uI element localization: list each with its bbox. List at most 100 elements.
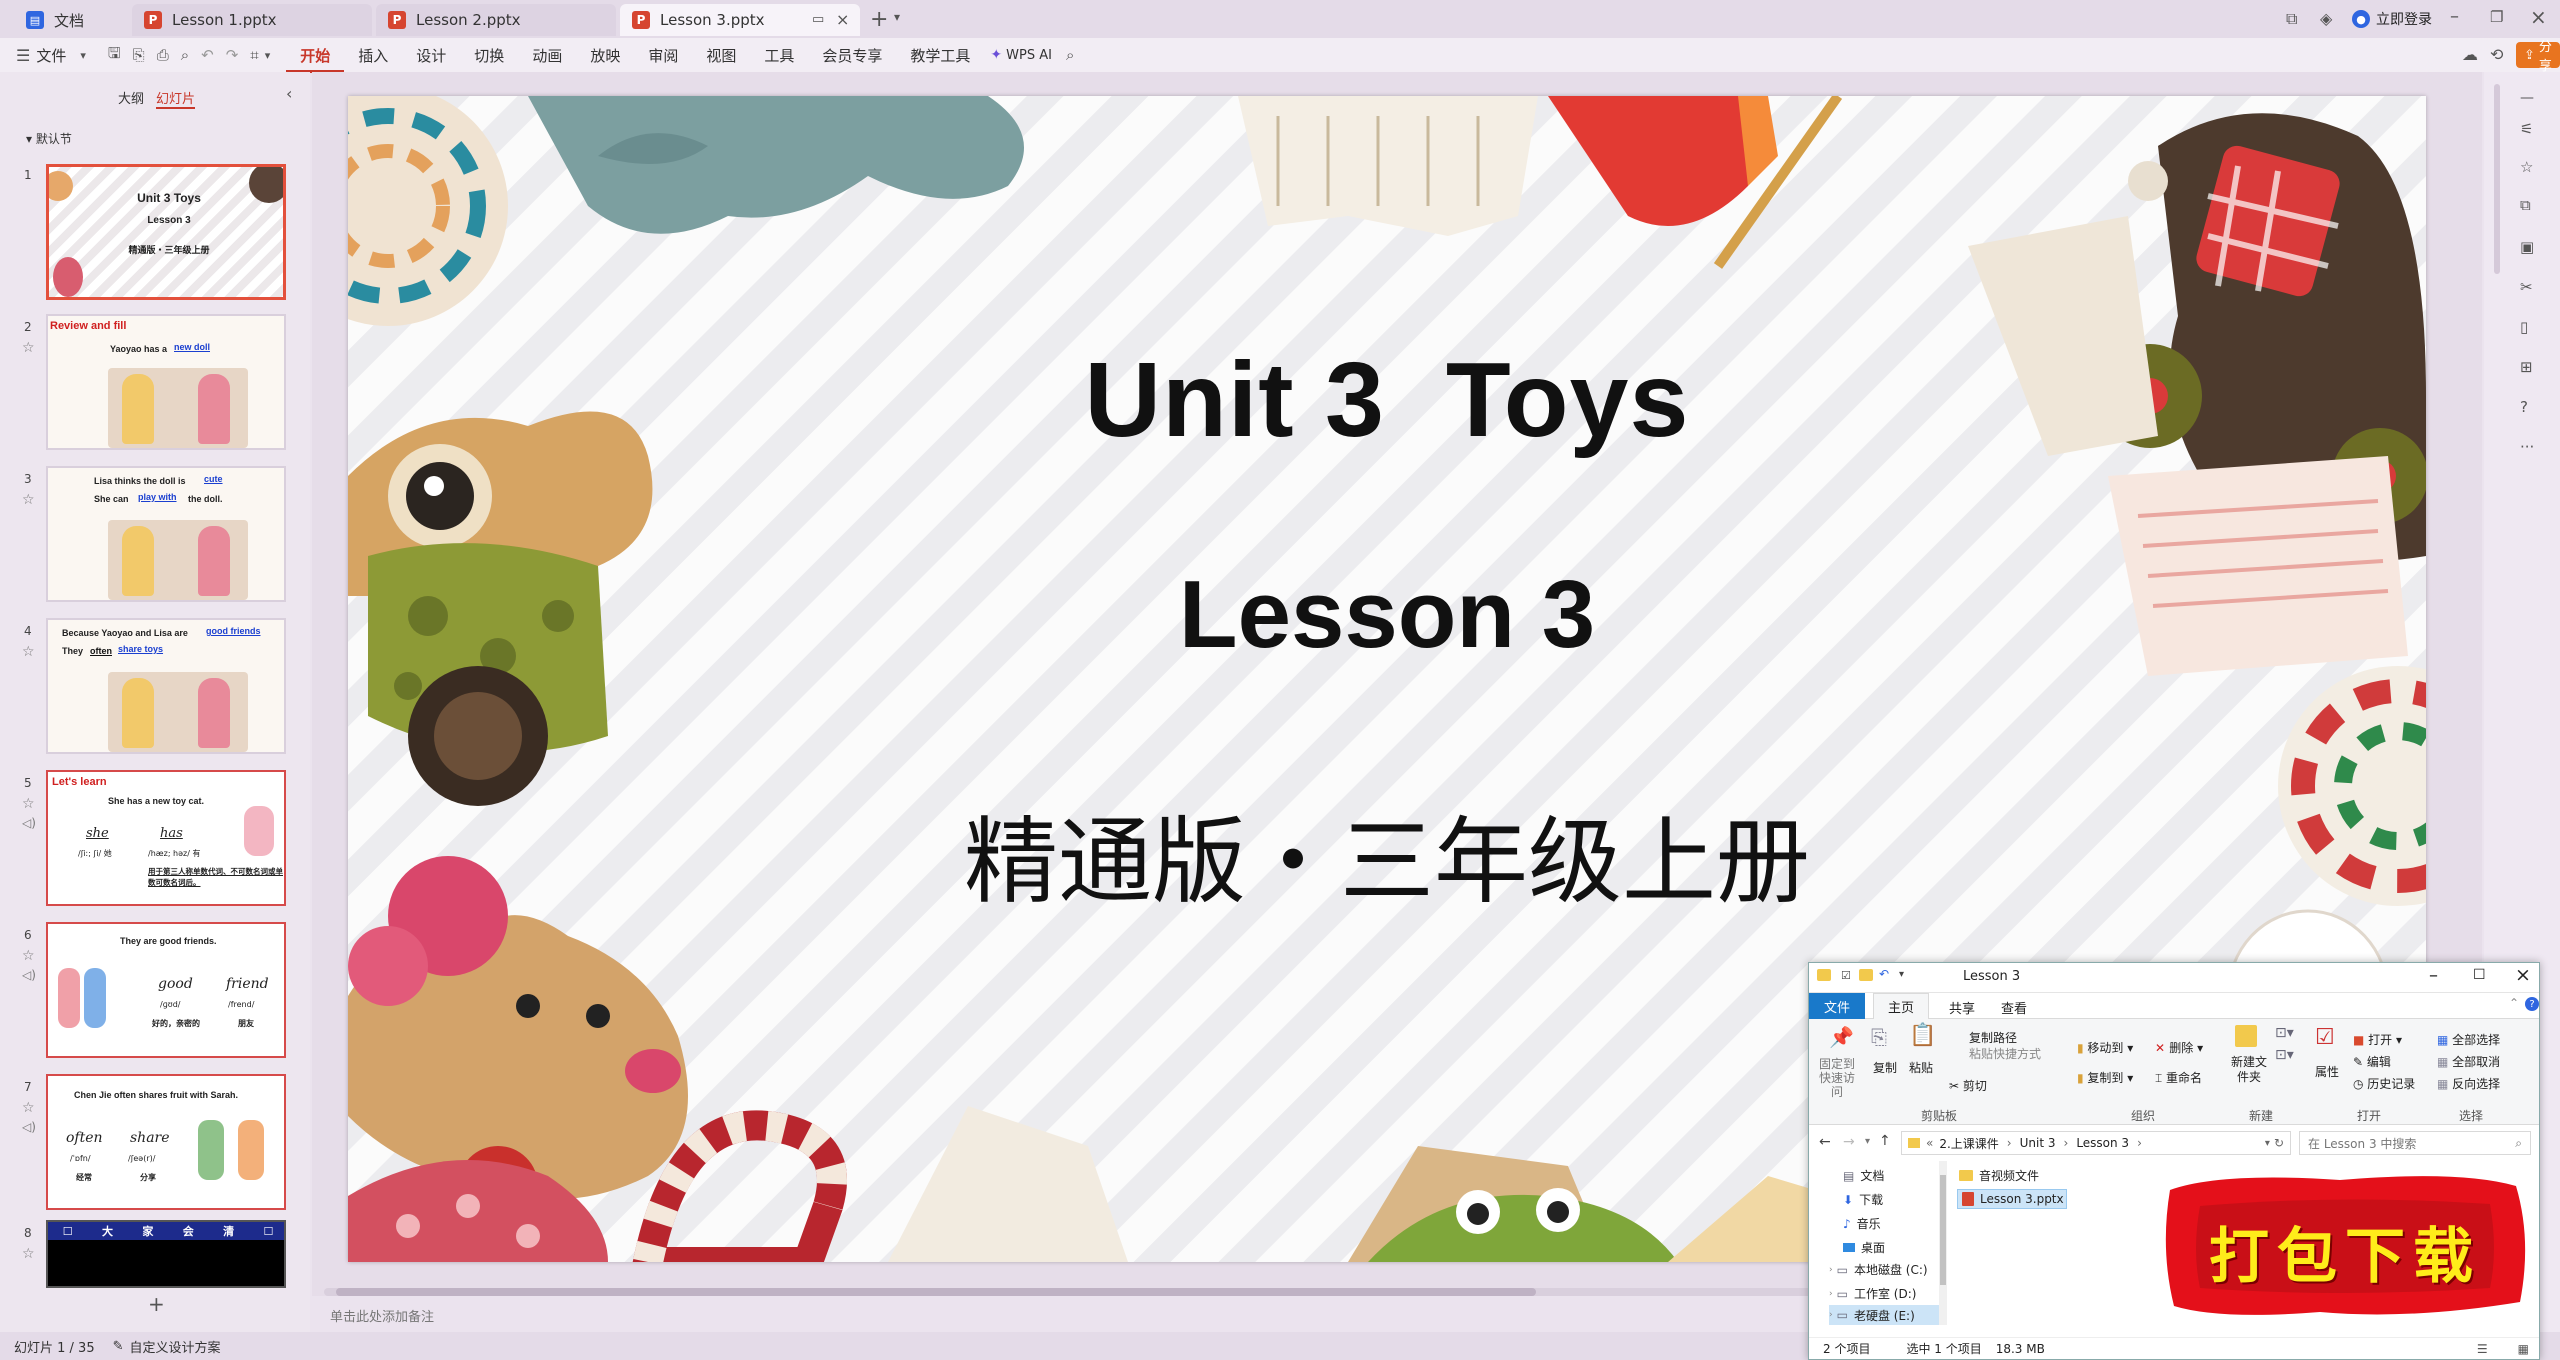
star-icon[interactable]: ☆ [22, 948, 35, 964]
slide-thumb-2[interactable]: Review and fill Yaoyao has a new doll [46, 314, 286, 450]
easy-access-icon[interactable]: ⊡▾ [2275, 1047, 2294, 1063]
breadcrumb-item[interactable]: 2.上课课件 [1939, 1135, 1998, 1152]
breadcrumb-item[interactable]: Unit 3 [2020, 1136, 2056, 1150]
help-icon[interactable]: ? [2520, 398, 2528, 416]
undo-icon[interactable]: ↶ [201, 46, 214, 64]
chevron-down-icon[interactable]: ▾ [1899, 969, 1904, 980]
menu-design[interactable]: 设计 [402, 45, 460, 66]
slide-thumb-6[interactable]: They are good friends. good friend /ɡʊd/… [46, 922, 286, 1058]
breadcrumb-item[interactable]: Lesson 3 [2076, 1136, 2129, 1150]
cut-button[interactable]: ✂ 剪切 [1949, 1077, 1987, 1094]
open-button[interactable]: ■ 打开 ▾ [2353, 1031, 2402, 1048]
paste-button[interactable]: 粘贴 [1909, 1059, 1933, 1076]
forward-icon[interactable]: → [1843, 1134, 1855, 1150]
audio-icon[interactable]: ◁) [22, 968, 36, 982]
cloud-icon[interactable]: ☁ [2462, 45, 2478, 64]
menu-animation[interactable]: 动画 [518, 45, 576, 66]
close-icon[interactable]: × [2515, 964, 2531, 986]
close-tab-icon[interactable]: × [836, 10, 849, 29]
up-icon[interactable]: ↑ [1879, 1133, 1891, 1149]
menu-file[interactable]: 文件 [30, 45, 80, 66]
minus-icon[interactable]: — [2520, 90, 2534, 106]
download-banner[interactable]: 打包下载 [2160, 1170, 2530, 1320]
star-icon[interactable]: ☆ [22, 492, 35, 508]
share-button[interactable]: ⇪ 分享 [2516, 40, 2560, 74]
paste-shortcut-button[interactable]: 粘贴快捷方式 [1969, 1045, 2041, 1062]
search-box[interactable]: 在 Lesson 3 中搜索 ⌕ [2299, 1131, 2531, 1155]
scroll-thumb[interactable] [336, 1288, 1536, 1296]
menu-slideshow[interactable]: 放映 [576, 45, 634, 66]
slide-thumb-1[interactable]: Unit 3 Toys Lesson 3 精通版・三年级上册 [46, 164, 286, 300]
redo-icon[interactable]: ↷ [226, 46, 239, 64]
quick-access-icon[interactable]: ☑ [1841, 969, 1851, 982]
close-icon[interactable]: × [2530, 5, 2547, 29]
slide-thumb-3[interactable]: Lisa thinks the doll is cute She can pla… [46, 466, 286, 602]
menu-review[interactable]: 审阅 [634, 45, 692, 66]
undo-icon[interactable]: ↶ [1879, 967, 1889, 981]
more-icon[interactable]: ··· [2520, 438, 2534, 456]
edit-button[interactable]: ✎ 编辑 [2353, 1053, 2391, 1070]
tools-icon[interactable]: ✂ [2520, 278, 2533, 296]
tab-docs[interactable]: ▤ 文档 [14, 4, 134, 36]
star-icon[interactable]: ☆ [2520, 158, 2533, 176]
menu-tools[interactable]: 工具 [750, 45, 808, 66]
restore-icon[interactable]: ❐ [2490, 8, 2503, 26]
chevron-down-icon[interactable]: ▾ [894, 10, 900, 24]
collapse-panel-icon[interactable]: ‹ [286, 84, 292, 103]
nav-item-music[interactable]: ♪ 音乐 [1843, 1215, 1881, 1232]
pin-quick-access-button[interactable]: 固定到快速访问 [1815, 1057, 1859, 1099]
tab-outline[interactable]: 大纲 [118, 88, 144, 107]
image-icon[interactable]: ▣ [2520, 238, 2534, 256]
tab-lesson2[interactable]: P Lesson 2.pptx [376, 4, 616, 36]
tab-lesson3[interactable]: P Lesson 3.pptx ▭ × [620, 4, 860, 36]
audio-icon[interactable]: ◁) [22, 1120, 36, 1134]
star-icon[interactable]: ☆ [22, 1246, 35, 1262]
tab-lesson1[interactable]: P Lesson 1.pptx [132, 4, 372, 36]
maximize-icon[interactable]: ☐ [2473, 967, 2486, 983]
menu-member[interactable]: 会员专享 [808, 45, 896, 66]
export-icon[interactable]: ⎘ [133, 46, 145, 64]
invert-selection-button[interactable]: ▦ 反向选择 [2437, 1075, 2500, 1092]
book-icon[interactable]: ▯ [2520, 318, 2528, 336]
design-scheme[interactable]: 自定义设计方案 [130, 1337, 221, 1356]
print-icon[interactable]: ⎙ [157, 46, 169, 64]
select-none-button[interactable]: ▦ 全部取消 [2437, 1053, 2500, 1070]
chevron-up-icon[interactable]: ⌃ [2509, 996, 2519, 1010]
section-header[interactable]: ▾ 默认节 [26, 130, 72, 147]
nav-scroll-thumb[interactable] [1940, 1175, 1946, 1285]
minimize-icon[interactable]: – [2429, 965, 2438, 986]
layout-icon[interactable]: ⧉ [2520, 196, 2531, 214]
chevron-down-icon[interactable]: ▾ [2265, 1138, 2270, 1149]
menu-transition[interactable]: 切换 [460, 45, 518, 66]
help-icon[interactable]: ? [2525, 997, 2539, 1011]
back-icon[interactable]: ← [1819, 1134, 1831, 1150]
slide-thumb-8[interactable]: ☐ 大 家 会 清 ☐ [46, 1220, 286, 1288]
vertical-scrollbar[interactable] [2494, 84, 2500, 274]
window-mode-icon[interactable]: ⧉ [2286, 9, 2297, 29]
nav-item-drive-c[interactable]: › ▭ 本地磁盘 (C:) [1829, 1261, 1928, 1278]
menu-insert[interactable]: 插入 [344, 45, 402, 66]
nav-item-desktop[interactable]: 桌面 [1843, 1239, 1885, 1256]
login-button[interactable]: ● 立即登录 [2352, 9, 2432, 29]
slide-edition[interactable]: 精通版・三年级上册 [348, 786, 2426, 922]
nav-item-drive-e[interactable]: › ▭ 老硬盘 (E:) [1829, 1305, 1939, 1325]
adjust-icon[interactable]: ⚟ [2520, 120, 2533, 138]
slide-subtitle[interactable]: Lesson 3 [348, 560, 2426, 670]
nav-item-downloads[interactable]: ⬇ 下载 [1843, 1191, 1883, 1208]
star-icon[interactable]: ☆ [22, 796, 35, 812]
slide-thumb-5[interactable]: Let's learn She has a new toy cat. she h… [46, 770, 286, 906]
delete-button[interactable]: ✕ 删除 ▾ [2155, 1039, 2203, 1056]
menu-teaching-tools[interactable]: 教学工具 [896, 45, 984, 66]
add-slide-icon[interactable]: + [148, 1292, 165, 1316]
file-item-pptx[interactable]: Lesson 3.pptx [1957, 1189, 2067, 1209]
star-icon[interactable]: ☆ [22, 644, 35, 660]
copy-path-button[interactable]: 复制路径 [1969, 1029, 2017, 1046]
copy-to-button[interactable]: ▮ 复制到 ▾ [2077, 1069, 2133, 1086]
menu-wps-ai[interactable]: WPS AI [1002, 48, 1066, 63]
menu-home[interactable]: 开始 [286, 38, 345, 73]
format-painter-icon[interactable]: ⌗ [250, 46, 258, 64]
nav-item-drive-d[interactable]: › ▭ 工作室 (D:) [1829, 1285, 1916, 1302]
save-icon[interactable]: 🖫 [108, 43, 121, 68]
search-icon[interactable]: ⌕ [1066, 46, 1074, 64]
new-tab-icon[interactable]: + [870, 7, 888, 32]
